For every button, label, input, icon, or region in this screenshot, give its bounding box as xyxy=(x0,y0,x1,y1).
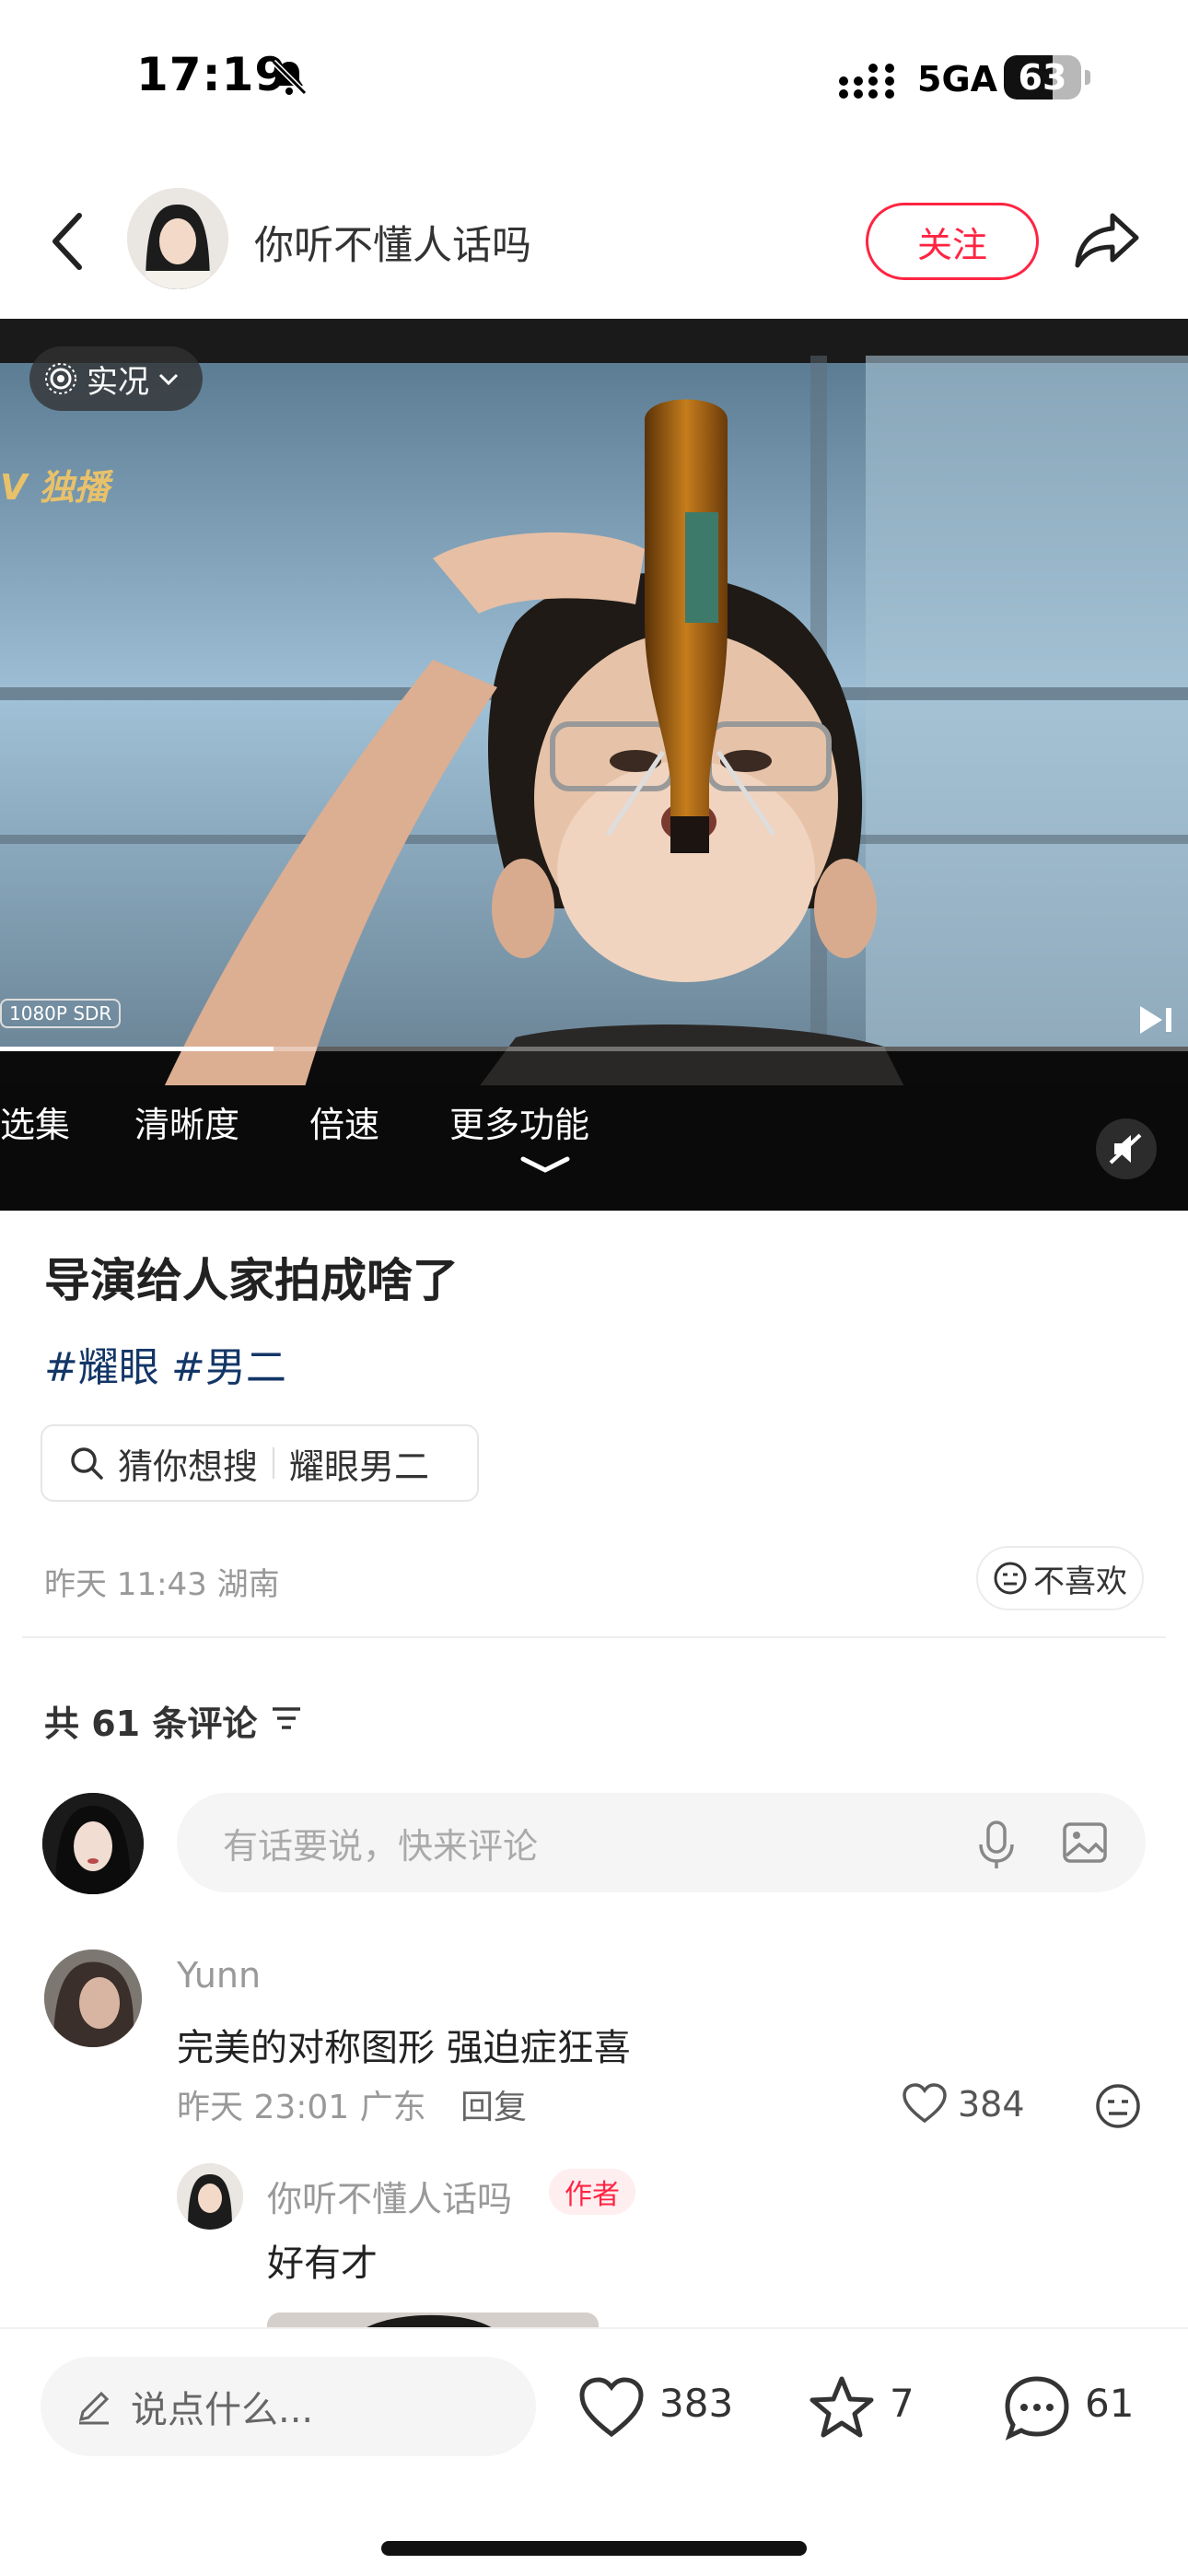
follow-button[interactable]: 关注 xyxy=(866,203,1039,280)
pencil-icon xyxy=(78,2391,110,2425)
mute-button[interactable] xyxy=(1096,1118,1157,1179)
commenter-name[interactable]: Yunn xyxy=(177,1955,261,1996)
say-something-input[interactable]: 说点什么... xyxy=(41,2357,536,2456)
video-watermark: V 独播 xyxy=(0,467,110,508)
episodes-button[interactable]: 选集 xyxy=(0,1096,70,1147)
comment-count-bottom: 61 xyxy=(1085,2381,1135,2426)
say-placeholder: 说点什么... xyxy=(131,2389,314,2431)
comment-like-count: 384 xyxy=(958,2084,1025,2125)
dislike-button[interactable]: 不喜欢 xyxy=(976,1546,1144,1610)
chevron-down-icon[interactable] xyxy=(518,1153,573,1176)
battery-percent: 63 xyxy=(1018,57,1067,98)
speed-button[interactable]: 倍速 xyxy=(309,1096,379,1147)
speaker-muted-icon xyxy=(1109,1133,1142,1165)
reply-author-name[interactable]: 你听不懂人话吗 xyxy=(267,2171,512,2221)
neutral-face-icon[interactable] xyxy=(1094,2082,1142,2130)
author-badge: 作者 xyxy=(549,2169,635,2215)
video-player[interactable] xyxy=(0,319,1188,1211)
signal-icon xyxy=(839,64,894,99)
heart-icon[interactable] xyxy=(577,2373,646,2443)
more-features-button[interactable]: 更多功能 xyxy=(449,1096,589,1147)
status-time: 17:19 xyxy=(136,48,288,101)
comment-text: 完美的对称图形 强迫症狂喜 xyxy=(177,2027,631,2069)
author-name[interactable]: 你听不懂人话吗 xyxy=(254,214,531,271)
dislike-label: 不喜欢 xyxy=(1033,1563,1127,1600)
search-keyword: 耀眼男二 xyxy=(289,1446,430,1487)
microphone-icon[interactable] xyxy=(974,1819,1019,1870)
resolution-badge: 1080P SDR xyxy=(0,999,122,1028)
network-label: 5GA xyxy=(917,59,998,100)
battery-tip xyxy=(1085,70,1090,85)
sort-icon[interactable] xyxy=(271,1704,302,1732)
search-hint-label: 猜你想搜 xyxy=(118,1446,259,1487)
comment-count: 共 61 条评论 xyxy=(44,1704,258,1744)
like-count: 383 xyxy=(659,2381,734,2426)
star-count: 7 xyxy=(890,2381,914,2426)
video-progress-fill xyxy=(0,1047,274,1051)
image-icon[interactable] xyxy=(1061,1819,1109,1867)
post-title: 导演给人家拍成啥了 xyxy=(44,1254,459,1307)
author-avatar[interactable] xyxy=(127,188,228,289)
hashtag-link[interactable]: #男二 xyxy=(171,1334,286,1393)
section-divider xyxy=(22,1636,1166,1638)
quality-button[interactable]: 清晰度 xyxy=(134,1096,239,1147)
chip-divider xyxy=(273,1447,275,1479)
reply-text: 好有才 xyxy=(267,2242,378,2285)
play-icon[interactable] xyxy=(1136,1004,1173,1036)
video-progress-bar[interactable] xyxy=(0,1047,1188,1051)
comment-meta: 昨天 23:01 广东 xyxy=(177,2089,426,2126)
home-indicator[interactable] xyxy=(381,2541,807,2556)
silent-bell-icon xyxy=(271,59,308,96)
chevron-down-icon xyxy=(158,373,179,386)
star-icon[interactable] xyxy=(807,2373,877,2443)
battery-indicator: 63 xyxy=(1004,55,1081,100)
search-icon xyxy=(71,1447,103,1480)
reply-button[interactable]: 回复 xyxy=(460,2080,527,2128)
post-meta: 昨天 11:43 湖南 xyxy=(44,1566,280,1603)
share-icon[interactable] xyxy=(1072,205,1142,275)
related-search-chip[interactable]: 猜你想搜 耀眼男二 xyxy=(41,1424,479,1502)
comment-bubble-icon[interactable] xyxy=(1002,2373,1072,2443)
live-photo-toggle[interactable]: 实况 xyxy=(29,346,203,411)
hashtag-link[interactable]: #耀眼 xyxy=(44,1334,159,1393)
commenter-avatar[interactable] xyxy=(44,1950,142,2047)
live-photo-icon xyxy=(45,363,76,394)
neutral-face-icon xyxy=(994,1562,1027,1595)
heart-icon[interactable] xyxy=(901,2082,949,2125)
back-icon[interactable] xyxy=(42,205,94,278)
live-label: 实况 xyxy=(87,363,149,401)
reply-author-avatar[interactable] xyxy=(177,2163,243,2230)
my-avatar[interactable] xyxy=(42,1793,144,1894)
